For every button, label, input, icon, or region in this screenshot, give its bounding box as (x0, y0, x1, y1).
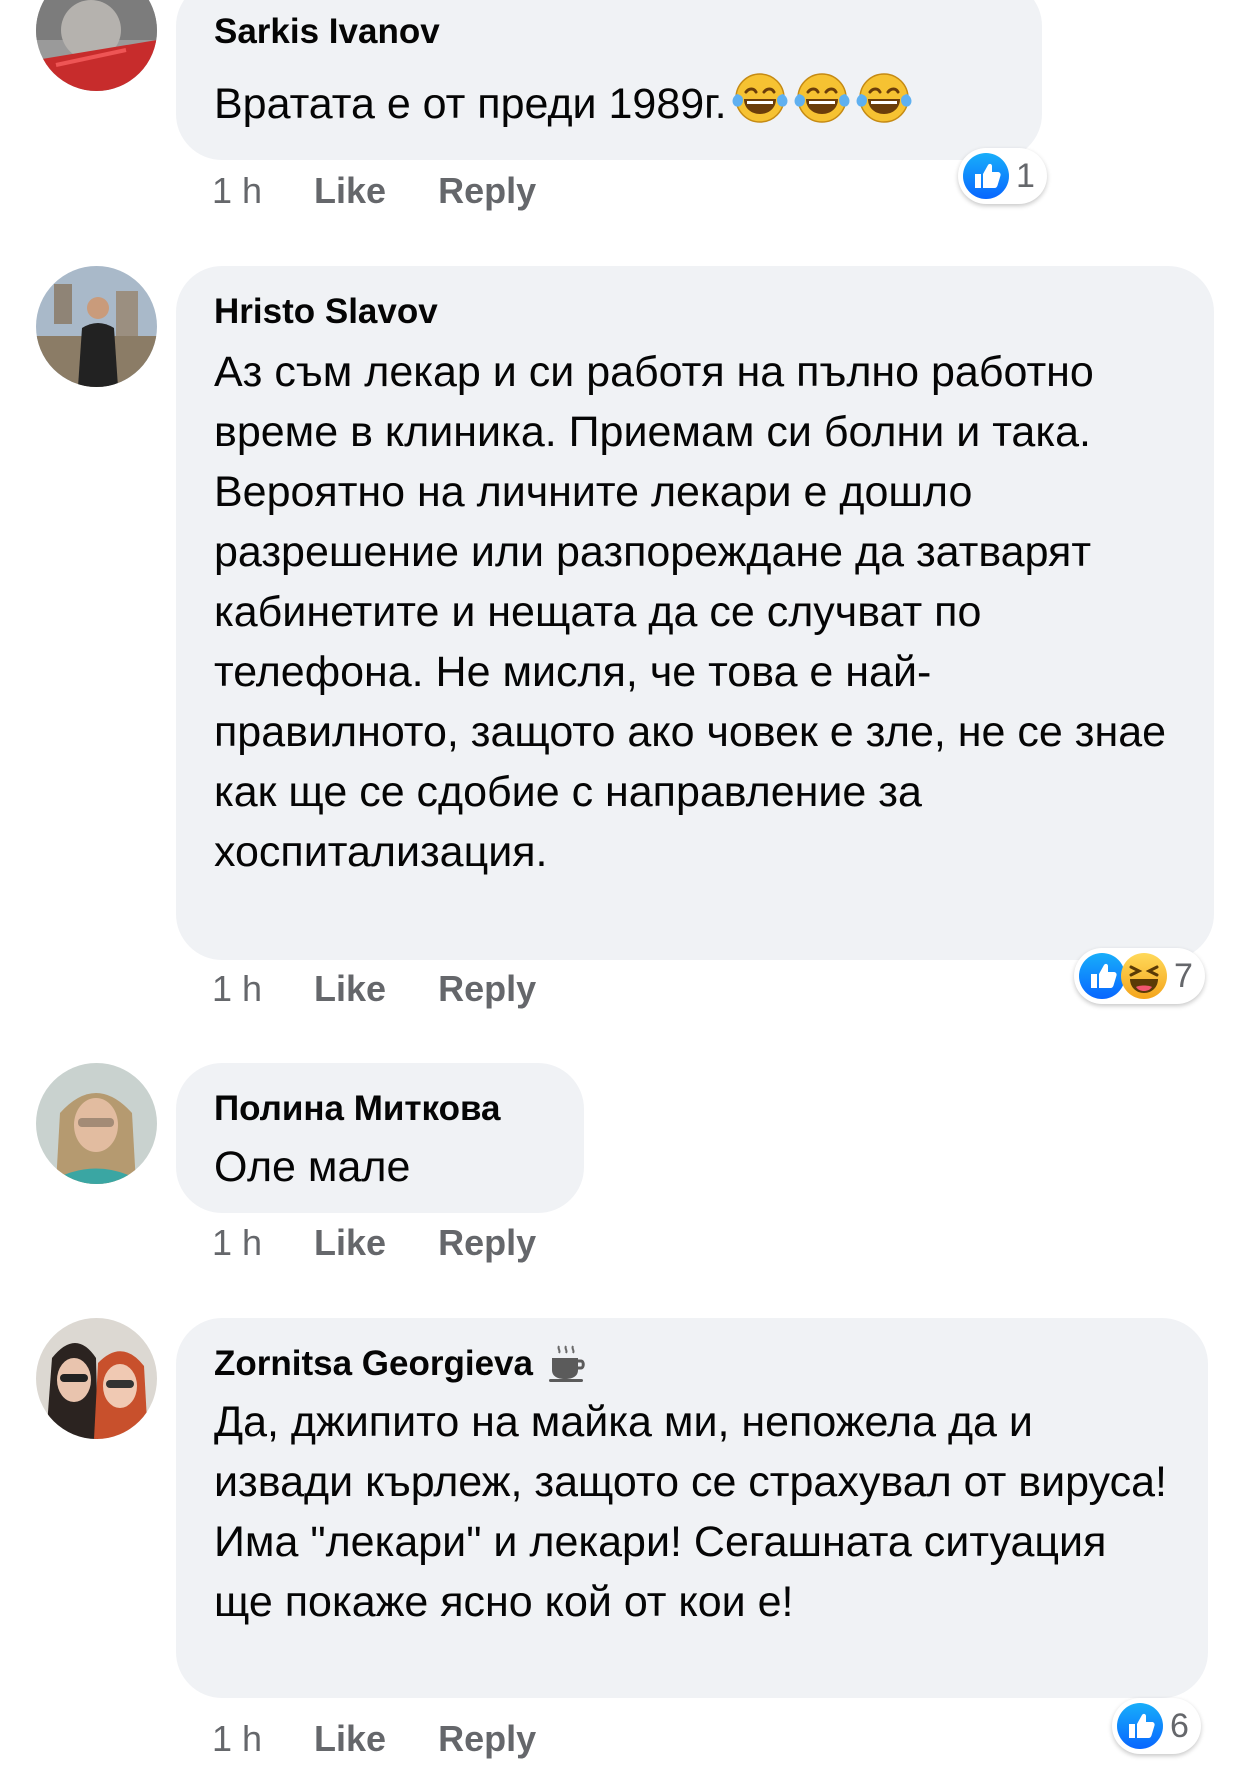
like-reaction-icon (962, 152, 1010, 200)
reply-button[interactable]: Reply (438, 1222, 536, 1264)
comment-author[interactable]: Hristo Slavov (214, 288, 1176, 336)
reply-button[interactable]: Reply (438, 170, 536, 212)
like-reaction-icon (1116, 1702, 1164, 1750)
comment-actions: 1 h Like Reply (212, 1718, 536, 1760)
comment-author[interactable]: Полина Миткова (214, 1085, 546, 1133)
like-button[interactable]: Like (314, 1718, 386, 1760)
haha-reaction-icon (1120, 952, 1168, 1000)
like-button[interactable]: Like (314, 170, 386, 212)
comment-bubble: Hristo Slavov Аз съм лекар и си работя н… (176, 266, 1214, 960)
laughing-tears-icon (855, 68, 913, 126)
laughing-tears-icon (793, 68, 851, 126)
reaction-summary[interactable]: 1 (958, 148, 1047, 204)
like-button[interactable]: Like (314, 1222, 386, 1264)
reaction-summary[interactable]: 7 (1074, 948, 1205, 1004)
comment-bubble: Полина Миткова Оле мале (176, 1063, 584, 1213)
comment-time[interactable]: 1 h (212, 968, 262, 1010)
comment-text: Да, джипито на майка ми, непожела да и и… (214, 1398, 1167, 1626)
comment-author[interactable]: Sarkis Ivanov (214, 8, 1004, 56)
comment-text: Оле мале (214, 1143, 411, 1191)
comment-bubble: Zornitsa Georgieva Да, джипито на майка … (176, 1318, 1208, 1698)
reaction-count: 1 (1016, 156, 1035, 195)
avatar[interactable] (36, 266, 157, 387)
comment-text: Аз съм лекар и си работя на пълно работн… (214, 348, 1167, 876)
comment-author[interactable]: Zornitsa Georgieva (214, 1340, 1170, 1388)
like-button[interactable]: Like (314, 968, 386, 1010)
comment-text: Вратата е от преди 1989г. (214, 68, 1004, 134)
reply-button[interactable]: Reply (438, 1718, 536, 1760)
comment-time[interactable]: 1 h (212, 1222, 262, 1264)
reply-button[interactable]: Reply (438, 968, 536, 1010)
like-reaction-icon (1078, 952, 1126, 1000)
comment-time[interactable]: 1 h (212, 170, 262, 212)
laughing-tears-icon (731, 68, 789, 126)
avatar[interactable] (36, 0, 157, 91)
comment-actions: 1 h Like Reply (212, 1222, 536, 1264)
comment-actions: 1 h Like Reply (212, 968, 536, 1010)
coffee-icon (548, 1345, 585, 1382)
avatar[interactable] (36, 1063, 157, 1184)
reaction-count: 7 (1174, 956, 1193, 995)
comment-bubble: Sarkis Ivanov Вратата е от преди 1989г. (176, 0, 1042, 160)
comment-actions: 1 h Like Reply (212, 170, 536, 212)
reaction-summary[interactable]: 6 (1112, 1698, 1201, 1754)
reaction-count: 6 (1170, 1706, 1189, 1745)
avatar[interactable] (36, 1318, 157, 1439)
comment-time[interactable]: 1 h (212, 1718, 262, 1760)
